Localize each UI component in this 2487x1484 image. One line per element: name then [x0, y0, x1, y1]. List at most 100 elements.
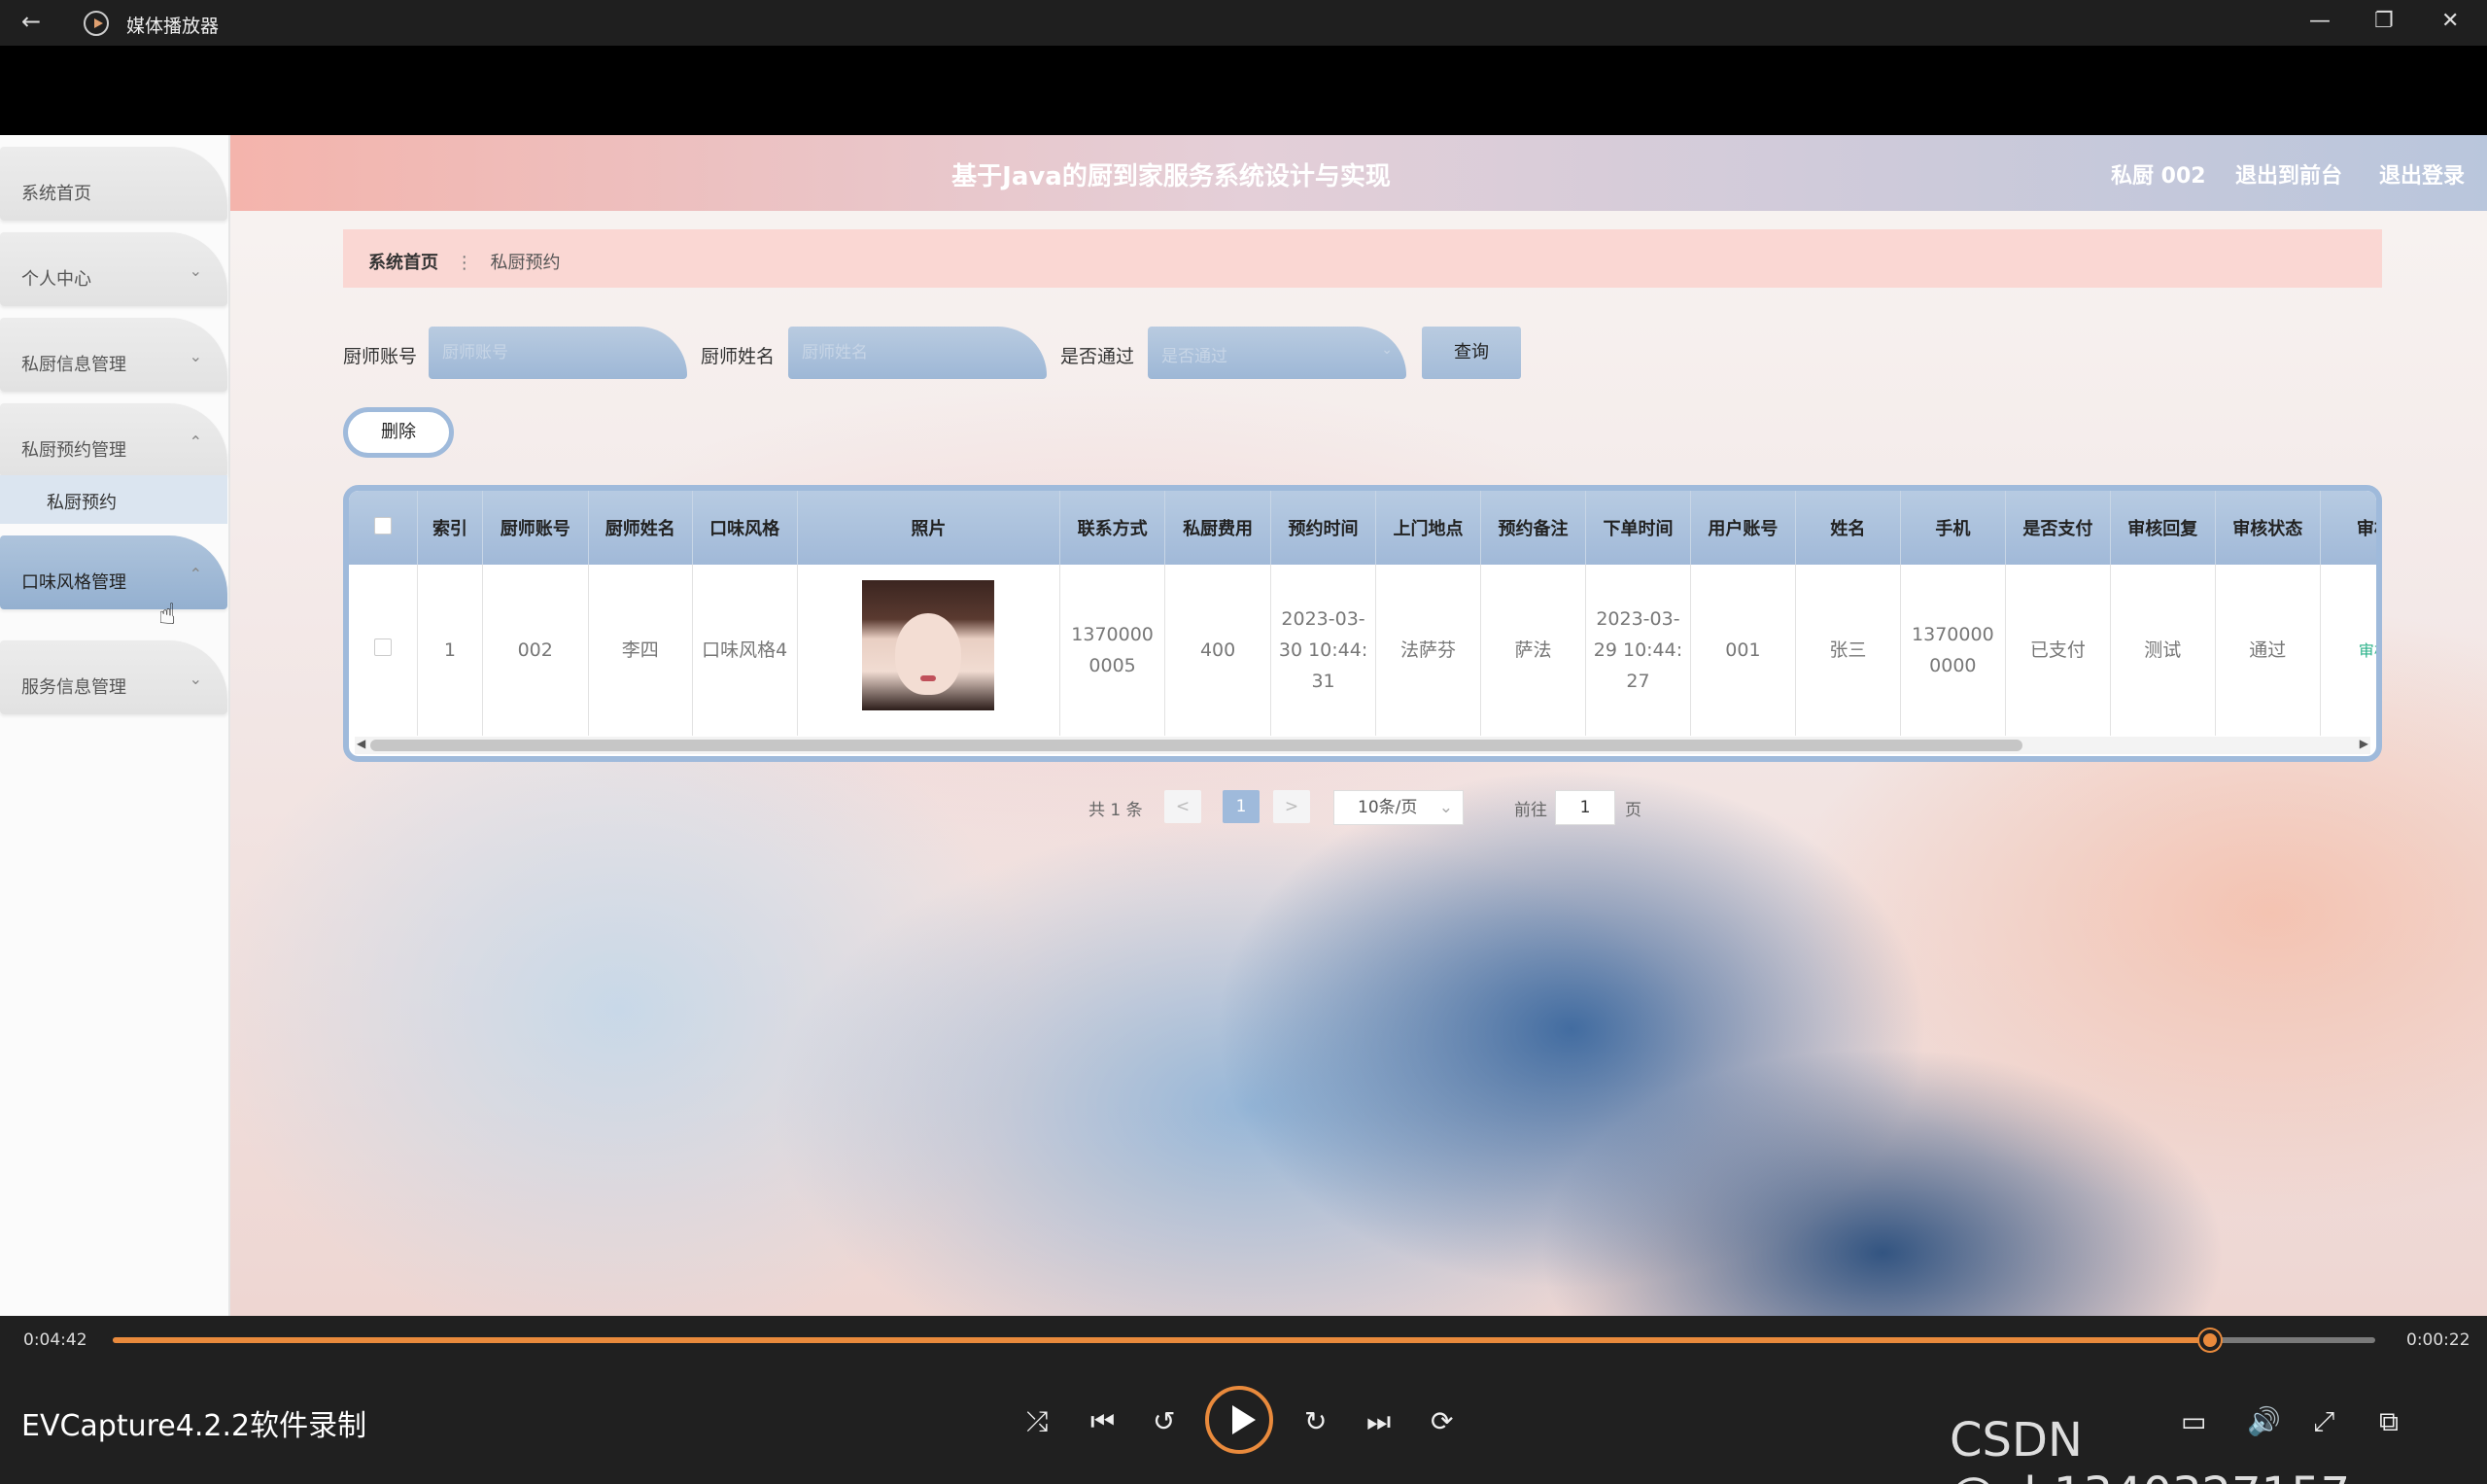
breadcrumb: 系统首页 ⋮ 私厨预约: [343, 229, 2382, 288]
sidebar: 系统首页 个人中心 ⌄ 私厨信息管理 ⌄ 私厨预约管理 ⌃ 私厨预约 口味风格管…: [0, 135, 230, 1316]
cell-audit: 审核: [2320, 565, 2376, 736]
csdn-watermark: CSDN @yh1340327157: [1950, 1413, 2350, 1484]
logout-link[interactable]: 退出登录: [2379, 158, 2465, 190]
column-header: 审核状态: [2215, 491, 2321, 565]
repeat-off-icon[interactable]: ⟳: [1431, 1405, 1453, 1437]
sidebar-item-personal-center[interactable]: 个人中心 ⌄: [0, 232, 227, 306]
player-controls: 0:04:42 0:00:22 EVCapture4.2.2软件录制 ⤮ ⏮ ↺…: [0, 1316, 2487, 1484]
next-page-button[interactable]: >: [1273, 790, 1310, 823]
arrow-left-icon[interactable]: ←: [21, 8, 41, 35]
goto-page-input[interactable]: 1: [1555, 790, 1615, 825]
system-title: 基于Java的厨到家服务系统设计与实现: [951, 162, 1391, 191]
sidebar-item-booking-management[interactable]: 私厨预约管理 ⌃: [0, 403, 227, 477]
page-suffix: 页: [1625, 801, 1641, 820]
cell-review-status: 通过: [2215, 565, 2321, 736]
video-letterbox-top: [0, 46, 2487, 135]
table-header-row: 索引 厨师账号 厨师姓名 口味风格 照片 联系方式 私厨费用 预约时间 上门地点…: [349, 491, 2376, 565]
cell-booking-time: 2023-03-30 10:44:31: [1270, 565, 1377, 736]
pagination: 共 1 条 < 1 > 10条/页 ⌄ 前往 1 页: [1088, 788, 1672, 827]
cell-paid: 已支付: [2005, 565, 2111, 736]
sidebar-subitem-booking[interactable]: 私厨预约: [0, 475, 227, 524]
cell-chef-name: 李四: [588, 565, 693, 736]
page-size-select[interactable]: 10条/页 ⌄: [1333, 790, 1464, 825]
query-button[interactable]: 查询: [1422, 327, 1521, 379]
previous-track-icon[interactable]: ⏮: [1090, 1405, 1115, 1438]
select-all-checkbox[interactable]: [374, 516, 393, 535]
column-header: 私厨费用: [1164, 491, 1272, 565]
scroll-right-icon[interactable]: ▶: [2360, 737, 2368, 750]
column-header: 索引: [417, 491, 483, 565]
column-header: 口味风格: [692, 491, 798, 565]
play-button[interactable]: [1205, 1386, 1273, 1454]
breadcrumb-home[interactable]: 系统首页: [368, 253, 438, 273]
close-icon[interactable]: ✕: [2441, 9, 2459, 33]
restore-icon[interactable]: ❐: [2374, 9, 2394, 33]
cell-photo: [797, 565, 1061, 736]
column-header: 用户账号: [1690, 491, 1796, 565]
cell-index: 1: [417, 565, 483, 736]
column-header: 厨师账号: [482, 491, 589, 565]
sidebar-item-label: 私厨预约管理: [21, 440, 126, 461]
passed-select[interactable]: 是否通过 ⌄: [1148, 327, 1406, 379]
hand-cursor-icon: ☝: [158, 598, 177, 632]
sidebar-item-label: 个人中心: [21, 269, 91, 290]
sidebar-item-service-info[interactable]: 服务信息管理 ⌄: [0, 640, 227, 714]
goto-label: 前往: [1514, 801, 1547, 820]
column-header: 照片: [797, 491, 1061, 565]
cell-name: 张三: [1795, 565, 1901, 736]
seek-bar-handle[interactable]: [2199, 1329, 2222, 1351]
scrollbar-thumb[interactable]: [370, 740, 2022, 751]
rewind-10-icon[interactable]: ↺: [1153, 1405, 1175, 1437]
breadcrumb-current: 私厨预约: [490, 253, 561, 273]
select-all-cell[interactable]: [349, 491, 419, 565]
media-player-app-icon: [84, 11, 109, 36]
remaining-time: 0:00:22: [2406, 1330, 2470, 1350]
cell-chef-account: 002: [482, 565, 589, 736]
column-header: 姓名: [1795, 491, 1901, 565]
cell-review-reply: 测试: [2110, 565, 2216, 736]
chevron-down-icon: ⌄: [1381, 342, 1393, 358]
top-header: 基于Java的厨到家服务系统设计与实现 私厨 002 退出到前台 退出登录: [230, 135, 2487, 211]
sidebar-item-taste-style[interactable]: 口味风格管理 ⌃: [0, 535, 227, 609]
chevron-up-icon: ⌃: [189, 565, 202, 583]
page-number-current[interactable]: 1: [1223, 790, 1260, 823]
chef-account-input[interactable]: [429, 327, 687, 379]
table-row[interactable]: 1 002 李四 口味风格4 13700000005 400 2023-03-3…: [349, 565, 2376, 736]
cell-remark: 萨法: [1480, 565, 1586, 736]
sidebar-item-label: 私厨信息管理: [21, 355, 126, 375]
cell-address: 法萨芬: [1375, 565, 1481, 736]
shuffle-icon[interactable]: ⤮: [1026, 1405, 1048, 1438]
column-header: 联系方式: [1059, 491, 1166, 565]
delete-button[interactable]: 删除: [343, 407, 454, 458]
column-header: 厨师姓名: [588, 491, 693, 565]
chevron-down-icon: ⌄: [189, 670, 202, 688]
column-header: 审核回复: [2110, 491, 2216, 565]
audit-link[interactable]: 审核: [2359, 641, 2376, 660]
sidebar-item-home[interactable]: 系统首页: [0, 147, 227, 221]
chef-name-input[interactable]: [788, 327, 1047, 379]
cell-order-time: 2023-03-29 10:44:27: [1585, 565, 1691, 736]
forward-30-icon[interactable]: ↻: [1304, 1405, 1327, 1437]
breadcrumb-separator: ⋮: [455, 253, 473, 273]
column-header: 是否支付: [2005, 491, 2111, 565]
prev-page-button[interactable]: <: [1164, 790, 1201, 823]
video-caption: EVCapture4.2.2软件录制: [21, 1409, 367, 1443]
column-header: 手机: [1900, 491, 2006, 565]
sidebar-item-chef-info[interactable]: 私厨信息管理 ⌄: [0, 318, 227, 392]
next-track-icon[interactable]: ⏭: [1366, 1405, 1391, 1438]
passed-select-placeholder: 是否通过: [1161, 347, 1227, 366]
minimize-icon[interactable]: —: [2309, 9, 2331, 33]
row-select-cell[interactable]: [349, 565, 419, 736]
row-checkbox[interactable]: [374, 638, 393, 656]
cell-contact: 13700000005: [1059, 565, 1166, 736]
sidebar-item-label: 口味风格管理: [21, 572, 126, 593]
scroll-left-icon[interactable]: ◀: [357, 737, 365, 750]
chevron-up-icon: ⌃: [189, 432, 202, 451]
exit-to-front-link[interactable]: 退出到前台: [2235, 158, 2342, 190]
current-user: 私厨 002: [2111, 164, 2206, 189]
seek-bar[interactable]: [113, 1329, 2375, 1351]
chevron-down-icon: ⌄: [189, 261, 202, 280]
web-app-frame: 系统首页 个人中心 ⌄ 私厨信息管理 ⌄ 私厨预约管理 ⌃ 私厨预约 口味风格管…: [0, 135, 2487, 1316]
column-header: 审核: [2320, 491, 2376, 565]
table-horizontal-scrollbar[interactable]: ◀ ▶: [355, 737, 2370, 754]
